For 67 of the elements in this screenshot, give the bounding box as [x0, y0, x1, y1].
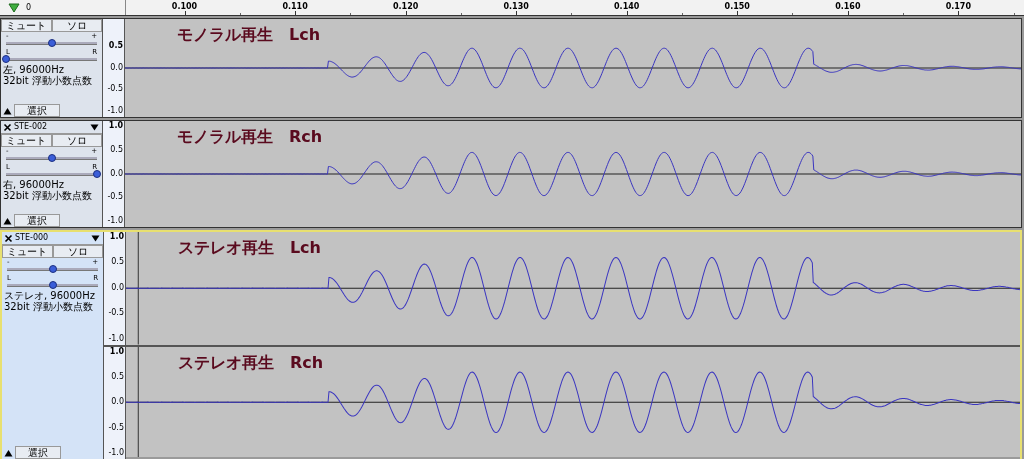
mute-button[interactable]: ミュート — [1, 19, 52, 32]
track-info: 32bit 浮動小数点数 — [2, 75, 93, 86]
scale-label: 0.5 — [110, 144, 123, 154]
channel-label: ステレオ再生 Lch — [177, 237, 321, 259]
scale-label: 0.0 — [111, 282, 124, 292]
gain-slider[interactable] — [7, 268, 98, 271]
ruler-label: 0.160 — [835, 1, 861, 13]
gain-slider[interactable] — [6, 157, 97, 160]
slider-thumb[interactable] — [47, 154, 56, 162]
pan-slider[interactable] — [7, 284, 98, 287]
slider-thumb[interactable] — [93, 170, 101, 178]
slider-thumb[interactable] — [47, 39, 56, 47]
slider-thumb[interactable] — [48, 265, 57, 273]
collapse-icon[interactable] — [3, 216, 12, 225]
scale-label: 0.0 — [110, 62, 123, 72]
scale-label: -0.5 — [107, 84, 123, 94]
gain-slider[interactable] — [6, 42, 97, 45]
ruler-label: 0.120 — [392, 1, 419, 13]
solo-button[interactable]: ソロ — [51, 19, 102, 32]
scale-label: -0.5 — [108, 422, 124, 432]
close-icon[interactable] — [3, 122, 12, 132]
channel-label: モノラル再生 Lch — [177, 24, 321, 46]
ruler-label: 0.130 — [503, 1, 529, 13]
slider-thumb[interactable] — [2, 55, 10, 63]
channel-label: ステレオ再生 Rch — [177, 351, 324, 374]
track-info: 32bit 浮動小数点数 — [3, 301, 94, 312]
select-button[interactable]: 選択 — [15, 446, 61, 459]
solo-button[interactable]: ソロ — [51, 134, 102, 147]
play-head-icon[interactable] — [8, 2, 20, 13]
ruler-label: 0.100 — [171, 1, 198, 13]
scale-label: -1.0 — [108, 448, 124, 457]
track-name[interactable]: STE-000 — [15, 232, 88, 244]
scale-label: -1.0 — [108, 333, 124, 343]
scale-label: 0.0 — [111, 397, 124, 407]
scale-label: -0.5 — [107, 192, 123, 202]
ruler-label: 0.110 — [282, 1, 308, 13]
scale-label: 0.5 — [111, 257, 124, 267]
ruler-label: 0.140 — [614, 1, 640, 13]
select-button[interactable]: 選択 — [14, 214, 60, 227]
scale-label: -0.5 — [108, 308, 124, 318]
ruler-label: 0 — [26, 1, 32, 14]
track-info: 32bit 浮動小数点数 — [2, 190, 93, 201]
track-info: 左, 96000Hz — [2, 64, 65, 75]
scale-label: 0.5 — [108, 40, 123, 50]
close-icon[interactable] — [4, 233, 13, 243]
track-info: ステレオ, 96000Hz — [3, 290, 96, 301]
collapse-icon[interactable] — [3, 106, 12, 115]
slider-thumb[interactable] — [48, 281, 57, 289]
select-button[interactable]: 選択 — [14, 104, 60, 117]
track-info: 右, 96000Hz — [2, 179, 65, 190]
scale-label: -1.0 — [107, 106, 123, 115]
collapse-icon[interactable] — [4, 448, 13, 457]
scale-label: -1.0 — [107, 216, 123, 225]
mute-button[interactable]: ミュート — [2, 245, 53, 258]
mute-button[interactable]: ミュート — [1, 134, 52, 147]
scale-label: 1.0 — [108, 121, 123, 130]
ruler-label: 0.170 — [945, 1, 971, 13]
ruler-label: 0.150 — [724, 1, 750, 13]
scale-label: 1.0 — [109, 346, 124, 356]
track-name[interactable]: STE-002 — [14, 121, 87, 133]
scale-label: 1.0 — [109, 232, 124, 241]
scale-label: 0.0 — [110, 168, 123, 178]
dropdown-arrow-icon[interactable] — [90, 123, 99, 131]
dropdown-arrow-icon[interactable] — [91, 234, 100, 242]
solo-button[interactable]: ソロ — [52, 245, 103, 258]
scale-label: 0.5 — [111, 371, 124, 381]
channel-label: モノラル再生 Rch — [177, 126, 323, 148]
